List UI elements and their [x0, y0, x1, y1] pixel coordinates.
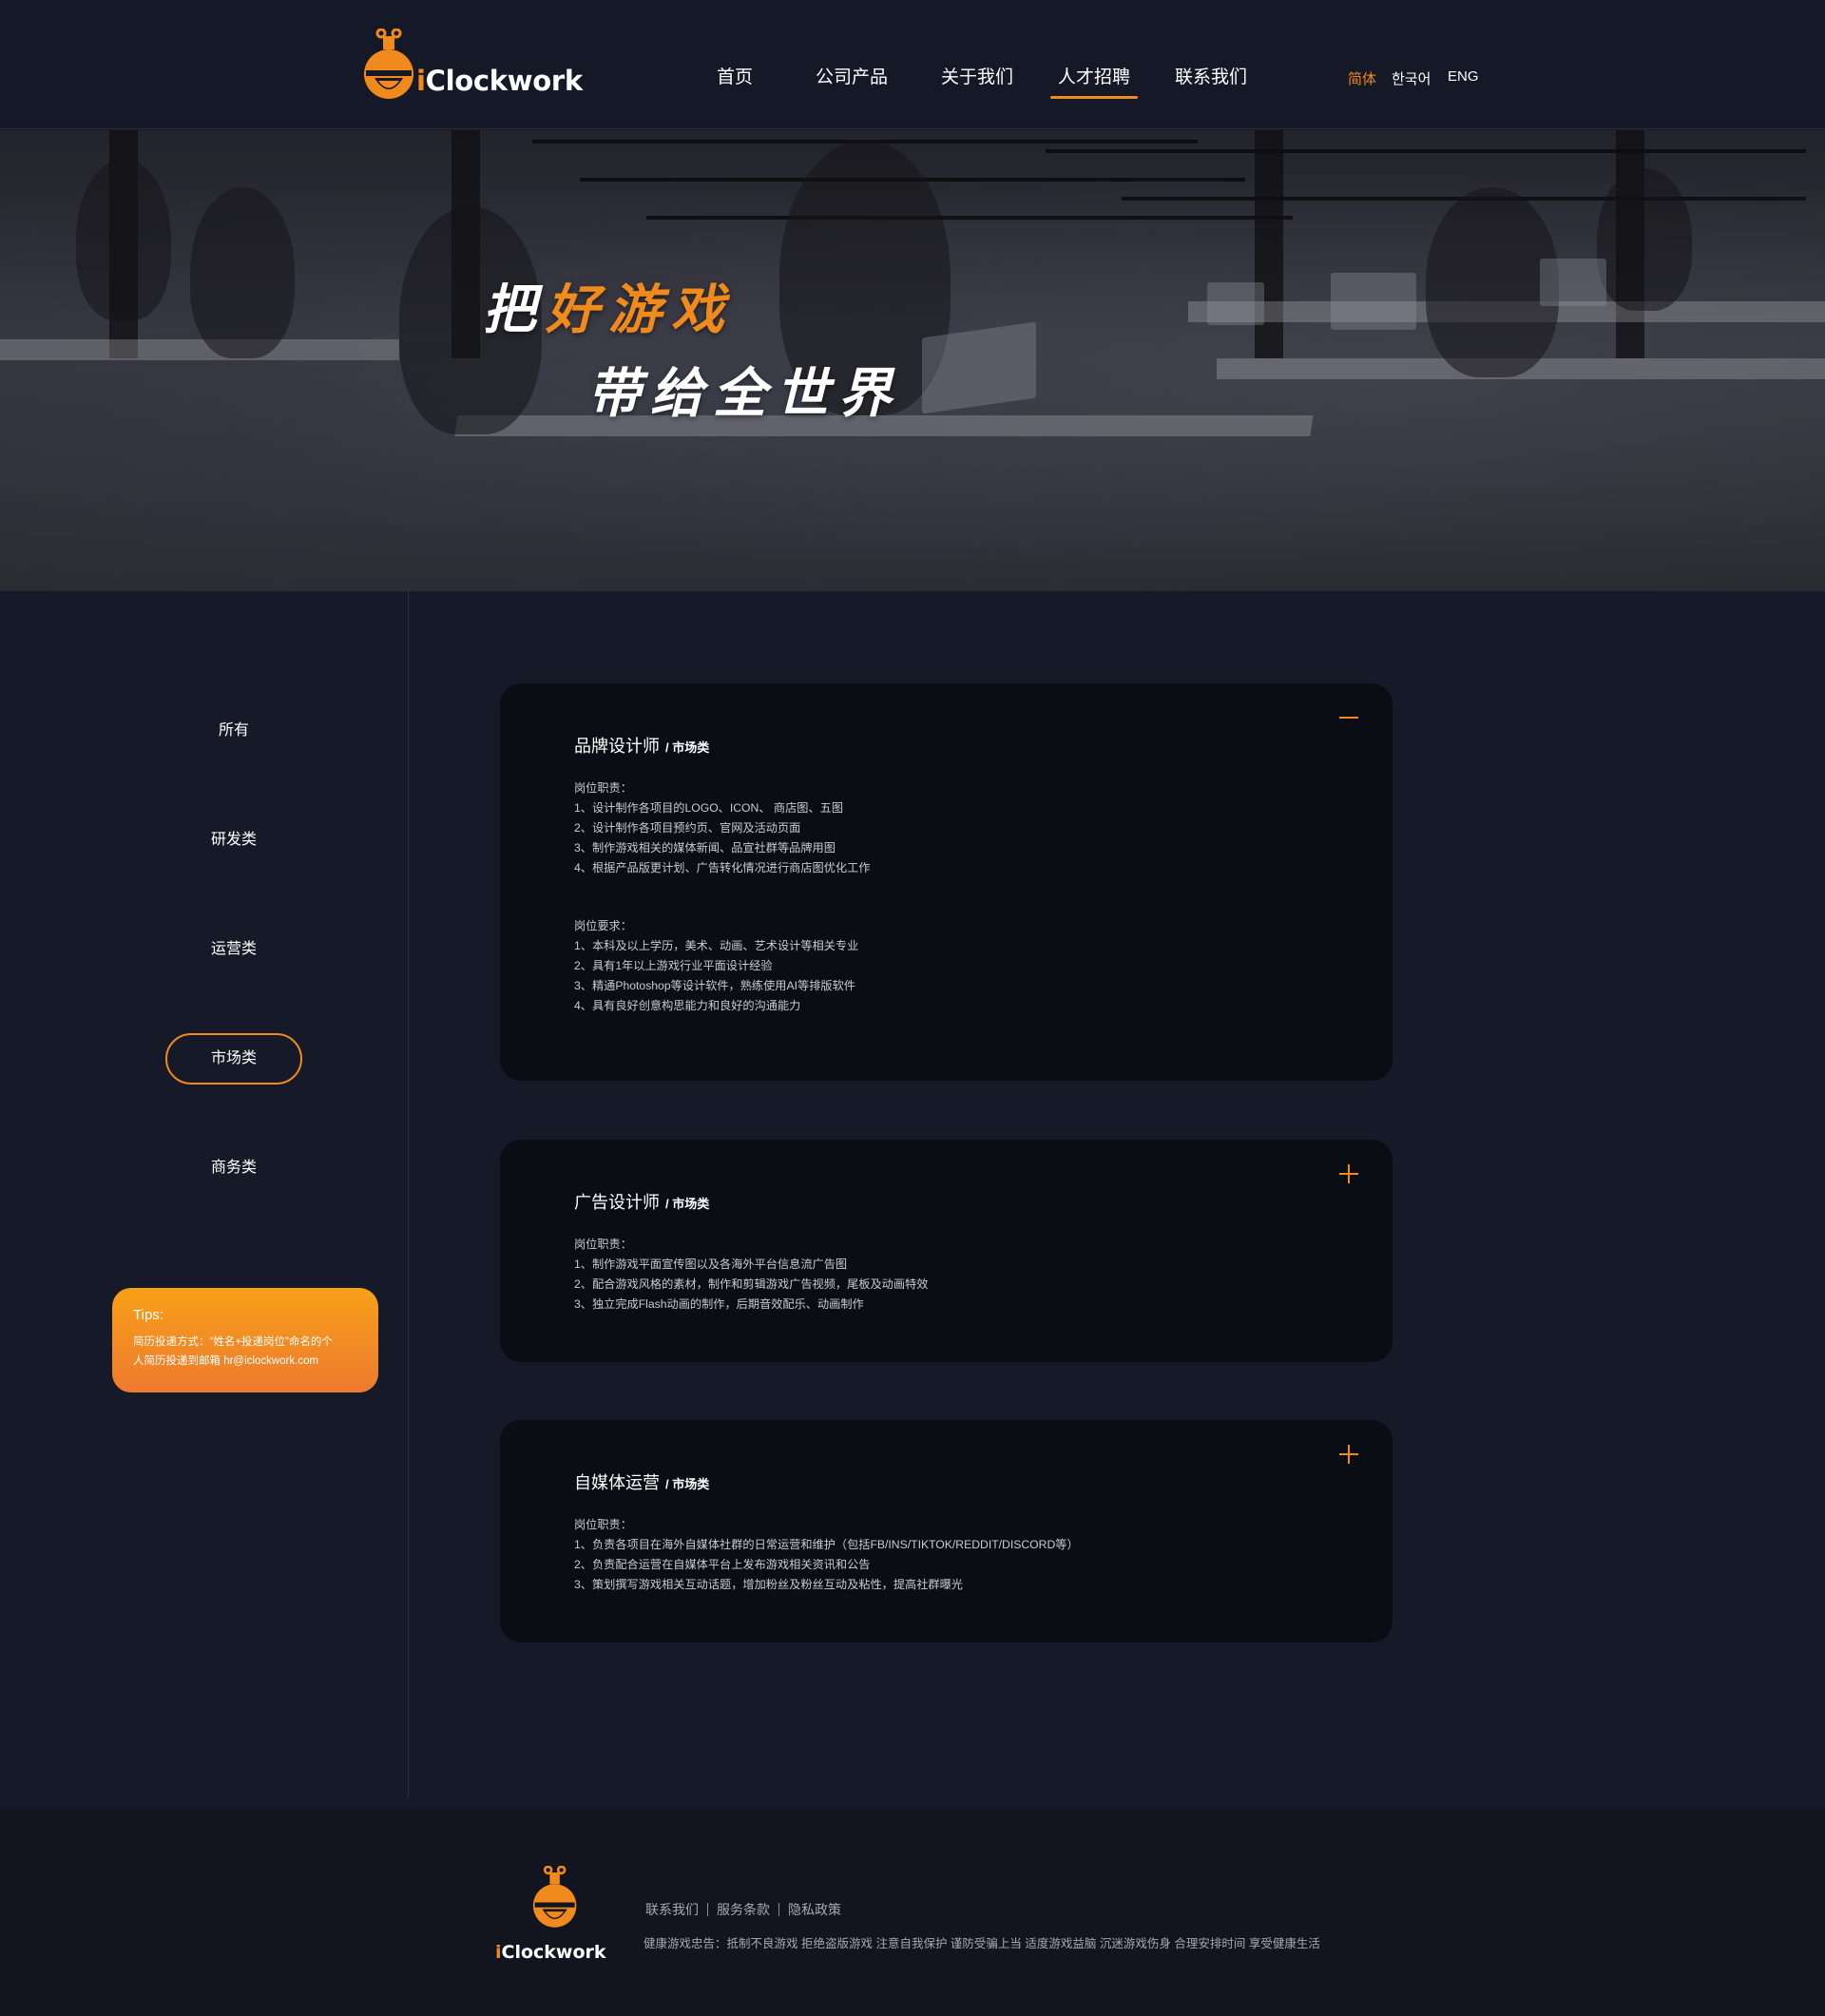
category-business[interactable]: 商务类	[165, 1142, 302, 1194]
nav-item-products[interactable]: 公司产品	[805, 0, 898, 129]
robot-head-icon	[532, 1866, 577, 1928]
nav-active-indicator	[1050, 96, 1138, 99]
nav-item-home[interactable]: 首页	[699, 0, 771, 129]
job-duties: 岗位职责： 1、设计制作各项目的LOGO、ICON、 商店图、五图 2、设计制作…	[574, 781, 871, 874]
health-gaming-notice: 健康游戏忠告：抵制不良游戏 拒绝盗版游戏 注意自我保护 谨防受骗上当 适度游戏益…	[644, 1937, 1320, 1950]
tips-line-2: 人简历投递到邮箱 hr@iclockwork.com	[133, 1355, 319, 1367]
job-duties: 岗位职责： 1、制作游戏平面宣传图以及各海外平台信息流广告图 2、配合游戏风格的…	[574, 1238, 929, 1311]
footer-link-contact[interactable]: 联系我们	[645, 1900, 699, 1919]
site-header: iClockwork 首页 公司产品 关于我们 人才招聘 联系我们 简体 한국어…	[0, 0, 1825, 129]
category-rnd[interactable]: 研发类	[165, 815, 302, 866]
nav-item-careers[interactable]: 人才招聘	[1050, 0, 1138, 129]
nav-item-contact[interactable]: 联系我们	[1168, 0, 1254, 129]
lang-korean[interactable]: 한국어	[1392, 68, 1431, 88]
hero-headline-line1: 把好游戏	[483, 278, 734, 341]
job-title: 广告设计师 / 市场类	[574, 1193, 710, 1212]
category-all[interactable]: 所有	[165, 705, 302, 757]
footer-wordmark: iClockwork	[495, 1942, 606, 1963]
hero-headline-line2: 带给全世界	[587, 362, 901, 425]
job-card: 自媒体运营 / 市场类 岗位职责： 1、负责各项目在海外自媒体社群的日常运营和维护…	[500, 1420, 1393, 1642]
lang-english[interactable]: ENG	[1448, 68, 1479, 85]
plus-icon[interactable]	[1337, 1443, 1360, 1466]
footer-link-privacy[interactable]: 隐私政策	[788, 1900, 841, 1919]
footer-logo[interactable]: iClockwork	[490, 1866, 613, 1980]
job-title: 自媒体运营 / 市场类	[574, 1473, 710, 1492]
job-card: 品牌设计师 / 市场类 岗位职责： 1、设计制作各项目的LOGO、ICON、 商店…	[500, 683, 1393, 1081]
nav-item-about[interactable]: 关于我们	[931, 0, 1024, 129]
minus-icon[interactable]	[1337, 706, 1360, 729]
lang-simplified-chinese[interactable]: 简体	[1348, 68, 1376, 88]
site-footer: iClockwork 联系我们 服务条款 隐私政策 健康游戏忠告：抵制不良游戏 …	[0, 1809, 1825, 2016]
job-card: 广告设计师 / 市场类 岗位职责： 1、制作游戏平面宣传图以及各海外平台信息流广告…	[500, 1140, 1393, 1362]
job-requirements: 岗位要求： 1、本科及以上学历，美术、动画、艺术设计等相关专业 2、具有1年以上…	[574, 919, 859, 1012]
category-operations[interactable]: 运营类	[165, 924, 302, 975]
category-marketing[interactable]: 市场类	[165, 1033, 302, 1085]
job-duties: 岗位职责： 1、负责各项目在海外自媒体社群的日常运营和维护（包括FB/INS/T…	[574, 1518, 1079, 1591]
tips-line-1: 简历投递方式：“姓名+投递岗位”命名的个	[133, 1336, 333, 1348]
sidebar-divider	[408, 591, 409, 1798]
main-nav: 首页 公司产品 关于我们 人才招聘 联系我们	[699, 0, 1254, 129]
job-category: / 市场类	[665, 1197, 710, 1211]
job-category: / 市场类	[665, 740, 710, 755]
footer-links: 联系我们 服务条款 隐私政策	[645, 1900, 841, 1919]
resume-tips-card: Tips: 简历投递方式：“姓名+投递岗位”命名的个 人简历投递到邮箱 hr@i…	[112, 1288, 378, 1392]
job-category: / 市场类	[665, 1477, 710, 1491]
logo-wordmark: iClockwork	[416, 65, 583, 97]
robot-head-icon	[364, 29, 413, 99]
footer-link-terms[interactable]: 服务条款	[717, 1900, 770, 1919]
job-title: 品牌设计师 / 市场类	[574, 737, 710, 756]
hero-banner: 把好游戏 带给全世界	[0, 130, 1825, 591]
tips-title: Tips:	[133, 1307, 163, 1323]
plus-icon[interactable]	[1337, 1162, 1360, 1185]
site-logo[interactable]: iClockwork	[357, 29, 583, 105]
